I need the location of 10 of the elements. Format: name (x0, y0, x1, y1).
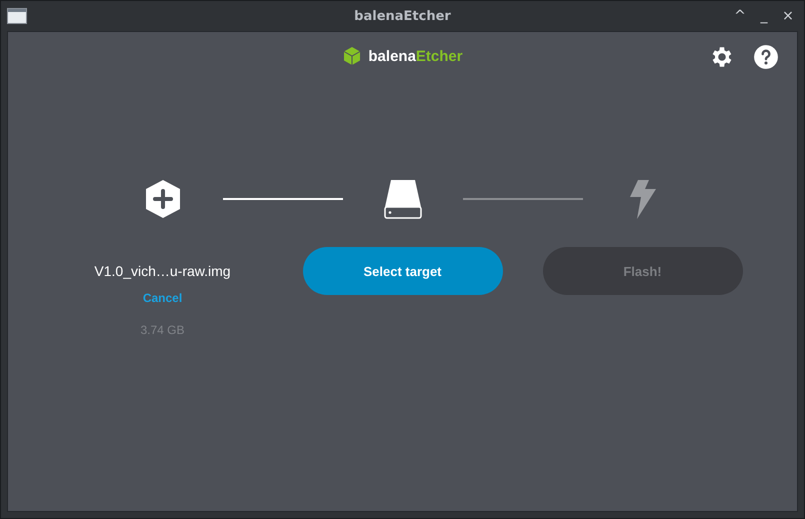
logo-text: balenaEtcher (368, 48, 463, 64)
image-file-name: V1.0_vich…u-raw.img (94, 262, 231, 281)
window-icon (7, 8, 27, 24)
window-title: balenaEtcher (354, 8, 451, 24)
cube-icon (342, 46, 362, 66)
help-icon[interactable] (753, 44, 779, 70)
maximize-button[interactable]: ^ (730, 8, 750, 24)
minimize-button[interactable]: _ (754, 8, 774, 24)
select-target-button[interactable]: Select target (302, 247, 502, 295)
close-button[interactable]: × (778, 8, 798, 24)
